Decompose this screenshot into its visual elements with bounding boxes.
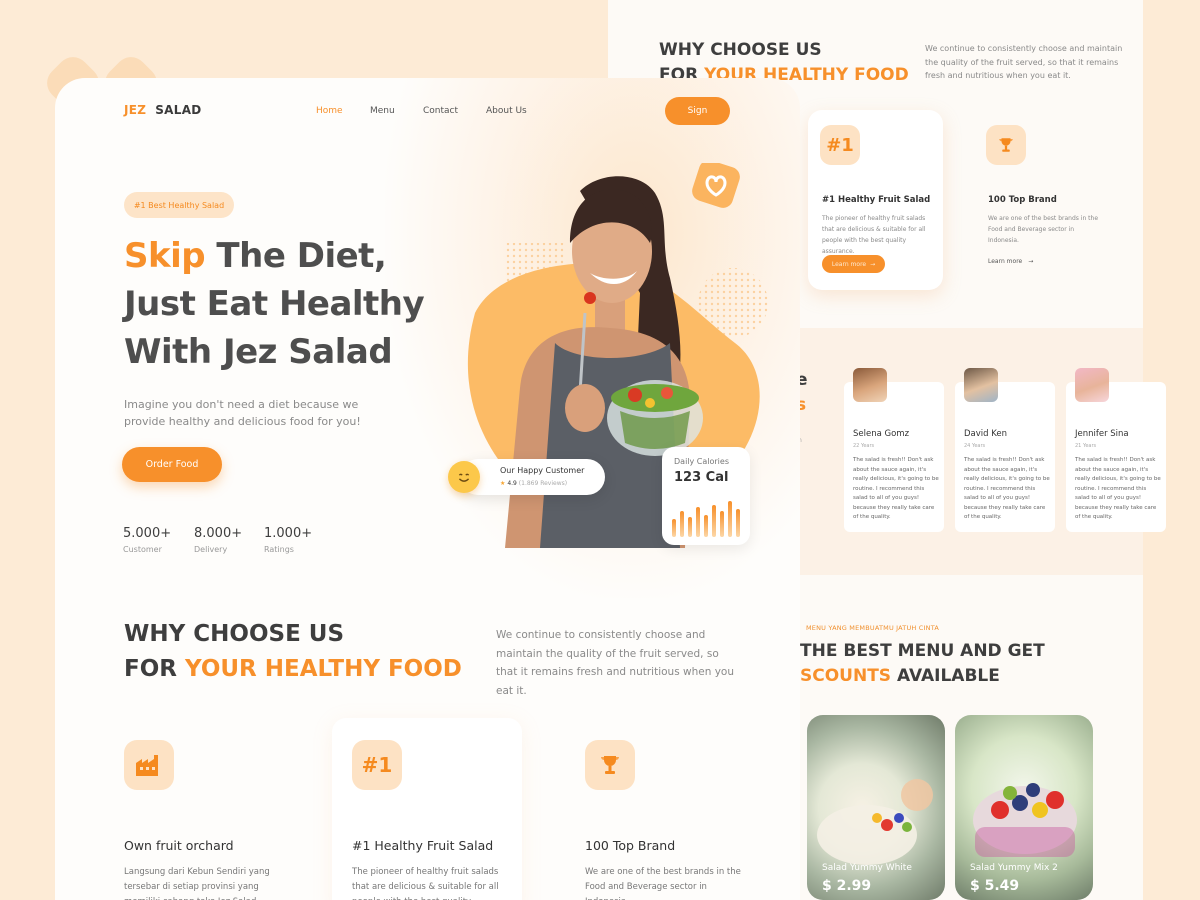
trophy-icon xyxy=(585,740,635,790)
happy-customer-rating: ★ 4.9 (1.869 Reviews) xyxy=(500,480,568,487)
nav-home[interactable]: Home xyxy=(316,106,343,116)
testimonial-name: David Ken xyxy=(964,429,1008,439)
menu-item-price: $ 5.49 xyxy=(970,878,1020,894)
testimonial-name: Selena Gomz xyxy=(853,429,910,439)
stat-delivery: 8.000+ Delivery xyxy=(194,526,243,554)
feature-card-healthy-salad[interactable]: #1 #1 Healthy Fruit Salad The pioneer of… xyxy=(808,110,943,290)
hero-title-line3: With Jez Salad xyxy=(124,332,393,372)
nav-menu[interactable]: Menu xyxy=(370,106,395,116)
testimonial-text: The salad is fresh!! Don't ask about the… xyxy=(853,457,939,520)
feature-desc: The pioneer of healthy fruit salads that… xyxy=(352,867,499,900)
back-why-title-line1: WHY CHOOSE US xyxy=(659,40,822,60)
daily-calories-card: Daily Calories 123 Cal xyxy=(662,447,750,545)
menu-item-name: Salad Yummy White xyxy=(822,863,912,873)
menu-item-name: Salad Yummy Mix 2 xyxy=(970,863,1058,873)
feature-desc: The pioneer of healthy fruit salads that… xyxy=(822,215,926,255)
trophy-icon xyxy=(986,125,1026,165)
why-title-line2: FOR YOUR HEALTHY FOOD xyxy=(124,656,462,682)
feature-desc: Langsung dari Kebun Sendiri yang terseba… xyxy=(124,867,270,900)
happy-customer-title: Our Happy Customer xyxy=(500,466,585,475)
number-one-icon: #1 xyxy=(352,740,402,790)
hero-title-line2: Just Eat Healthy xyxy=(124,284,425,324)
brand-logo[interactable]: JEZ SALAD xyxy=(124,103,202,117)
nav-about-us[interactable]: About Us xyxy=(486,106,527,116)
star-icon: ★ xyxy=(500,480,506,487)
feature-healthy-salad[interactable]: #1 #1 Healthy Fruit Salad The pioneer of… xyxy=(352,740,499,900)
testimonial-age: 24 Years xyxy=(964,443,986,449)
arrow-right-icon: → xyxy=(1028,258,1034,265)
why-description: We continue to consistently choose and m… xyxy=(496,629,734,697)
arrow-right-icon: → xyxy=(870,260,876,268)
nav-contact[interactable]: Contact xyxy=(423,106,458,116)
avatar xyxy=(853,368,887,402)
testimonial-card: Jennifer Sina 21 Years The salad is fres… xyxy=(1066,382,1166,532)
daily-calories-label: Daily Calories xyxy=(674,457,729,466)
order-food-button[interactable]: Order Food xyxy=(122,447,222,482)
testimonial-age: 22 Years xyxy=(853,443,875,449)
feature-title: 100 Top Brand xyxy=(585,838,676,853)
menu-item-price: $ 2.99 xyxy=(822,878,872,894)
feature-card-top-brand[interactable]: 100 Top Brand We are one of the best bra… xyxy=(974,110,1114,290)
menu-card[interactable]: Salad Yummy White $ 2.99 xyxy=(807,715,945,900)
feature-title: Own fruit orchard xyxy=(124,838,234,853)
feature-title: #1 Healthy Fruit Salad xyxy=(822,195,931,205)
main-landing-page: JEZ SALAD Home Menu Contact About Us Sig… xyxy=(55,78,800,900)
back-why-description: We continue to consistently choose and m… xyxy=(925,44,1123,80)
hero-badge: #1 Best Healthy Salad xyxy=(124,192,234,218)
stat-ratings: 1.000+ Ratings xyxy=(264,526,313,554)
feature-title: 100 Top Brand xyxy=(988,195,1057,205)
feature-own-orchard[interactable]: Own fruit orchard Langsung dari Kebun Se… xyxy=(124,740,270,900)
feature-title: #1 Healthy Fruit Salad xyxy=(352,838,494,853)
testimonial-name: Jennifer Sina xyxy=(1075,429,1129,439)
number-one-icon: #1 xyxy=(820,125,860,165)
testimonial-age: 21 Years xyxy=(1075,443,1097,449)
daily-calories-value: 123 Cal xyxy=(674,470,729,485)
sign-button[interactable]: Sign xyxy=(665,97,730,125)
calories-bar-chart-icon xyxy=(672,501,740,537)
smiley-icon xyxy=(448,461,480,493)
learn-more-link[interactable]: Learn more → xyxy=(988,258,1033,265)
happy-customer-card: Our Happy Customer ★ 4.9 (1.869 Reviews) xyxy=(448,459,605,495)
menu-tagline: MENU YANG MEMBUATMU JATUH CINTA xyxy=(806,624,940,632)
testimonial-text: The salad is fresh!! Don't ask about the… xyxy=(1075,457,1161,520)
avatar xyxy=(964,368,998,402)
why-title-line1: WHY CHOOSE US xyxy=(124,621,345,647)
factory-icon xyxy=(124,740,174,790)
menu-card[interactable]: Salad Yummy Mix 2 $ 5.49 xyxy=(955,715,1093,900)
testimonial-card: Selena Gomz 22 Years The salad is fresh!… xyxy=(844,382,944,532)
testimonial-text: The salad is fresh!! Don't ask about the… xyxy=(964,457,1050,520)
stat-customer: 5.000+ Customer xyxy=(123,526,172,554)
menu-title-line1: THE BEST MENU AND GET xyxy=(800,641,1045,661)
learn-more-button[interactable]: Learn more → xyxy=(822,255,885,273)
hero-subtitle: Imagine you don't need a diet because we… xyxy=(124,398,361,428)
testimonial-card: David Ken 24 Years The salad is fresh!! … xyxy=(955,382,1055,532)
feature-desc: We are one of the best brands in the Foo… xyxy=(988,215,1099,244)
hero-title-line1: Skip The Diet, xyxy=(124,236,387,276)
avatar xyxy=(1075,368,1109,402)
feature-desc: We are one of the best brands in the Foo… xyxy=(585,867,741,900)
feature-top-brand[interactable]: 100 Top Brand We are one of the best bra… xyxy=(585,740,741,900)
menu-title-line2: SCOUNTS AVAILABLE xyxy=(800,666,1000,686)
